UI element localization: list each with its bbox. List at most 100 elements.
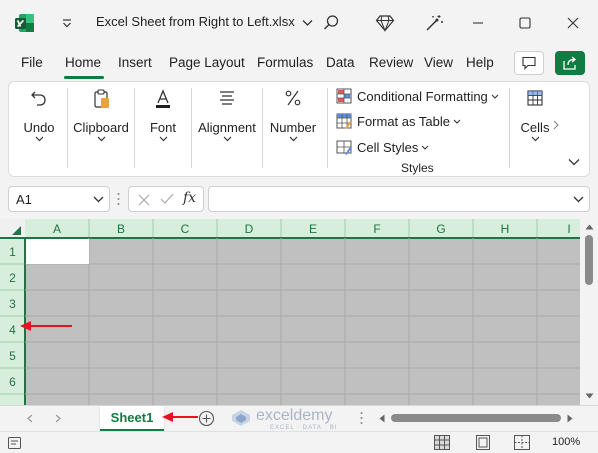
conditional-formatting-button[interactable]: Conditional Formatting bbox=[336, 86, 499, 106]
column-header-g[interactable]: G bbox=[436, 222, 445, 236]
sheet-tab-bar: Sheet1 exceldemy EXCEL · DATA · BI bbox=[0, 405, 598, 432]
cells-group[interactable]: Cells bbox=[514, 82, 556, 176]
select-all-button[interactable] bbox=[0, 219, 25, 238]
tab-file[interactable]: File bbox=[21, 55, 43, 70]
chevron-down-icon bbox=[93, 196, 104, 203]
active-cell-a1[interactable] bbox=[26, 239, 89, 264]
excel-logo-icon bbox=[14, 12, 36, 34]
chevron-down-icon bbox=[135, 136, 191, 142]
document-title[interactable]: Excel Sheet from Right to Left.xlsx bbox=[96, 14, 313, 29]
search-icon[interactable] bbox=[320, 12, 342, 34]
horizontal-scroll-thumb[interactable] bbox=[391, 414, 561, 422]
undo-label: Undo bbox=[23, 120, 55, 135]
chevron-down-icon bbox=[11, 136, 67, 142]
conditional-formatting-label: Conditional Formatting bbox=[357, 88, 488, 104]
exceldemy-logo-icon bbox=[231, 409, 251, 427]
document-title-text: Excel Sheet from Right to Left.xlsx bbox=[96, 14, 295, 29]
font-label: Font bbox=[149, 120, 176, 135]
cell-styles-button[interactable]: Cell Styles bbox=[336, 137, 429, 157]
tab-page-layout[interactable]: Page Layout bbox=[169, 55, 245, 70]
tab-formulas[interactable]: Formulas bbox=[257, 55, 313, 70]
column-header-c[interactable]: C bbox=[181, 222, 190, 236]
chevron-down-icon bbox=[421, 145, 429, 150]
ribbon-scroll-right-icon[interactable] bbox=[552, 120, 560, 130]
formula-input[interactable] bbox=[208, 186, 590, 212]
cells-icon bbox=[514, 88, 556, 108]
column-header-b[interactable]: B bbox=[117, 222, 125, 236]
column-header-d[interactable]: D bbox=[245, 222, 254, 236]
add-sheet-icon[interactable] bbox=[198, 410, 215, 427]
watermark-brand: exceldemy bbox=[256, 407, 333, 424]
normal-view-icon[interactable] bbox=[434, 435, 450, 450]
accessibility-icon[interactable] bbox=[8, 437, 21, 449]
scroll-down-icon[interactable] bbox=[585, 393, 594, 399]
insert-function-button[interactable]: fx bbox=[183, 190, 196, 206]
next-sheet-icon[interactable] bbox=[55, 414, 61, 423]
expand-formula-bar-icon[interactable] bbox=[573, 196, 584, 203]
clipboard-icon bbox=[68, 88, 134, 110]
row-header-4[interactable]: 4 bbox=[9, 323, 16, 337]
scroll-right-icon[interactable] bbox=[567, 414, 573, 423]
ribbon: Undo Clipboard Font Alignment Number Con… bbox=[8, 81, 590, 177]
diamond-icon[interactable] bbox=[374, 12, 396, 34]
cell-styles-label: Cell Styles bbox=[357, 139, 419, 155]
share-button[interactable] bbox=[555, 51, 585, 75]
comments-button[interactable] bbox=[514, 51, 544, 75]
column-header-e[interactable]: E bbox=[309, 222, 317, 236]
alignment-label: Alignment bbox=[198, 120, 256, 135]
vertical-scrollbar[interactable] bbox=[580, 219, 598, 405]
font-group[interactable]: Font bbox=[135, 82, 191, 176]
enter-check-icon[interactable] bbox=[160, 193, 174, 205]
tab-data[interactable]: Data bbox=[326, 55, 355, 70]
row-header-1[interactable]: 1 bbox=[9, 245, 16, 259]
row-header-6[interactable]: 6 bbox=[9, 375, 16, 389]
close-icon[interactable] bbox=[562, 12, 584, 34]
grid-canvas[interactable]: A B C D E F G H I 1 2 3 4 5 6 bbox=[0, 219, 580, 405]
maximize-icon[interactable] bbox=[514, 12, 536, 34]
designer-wand-icon[interactable] bbox=[423, 12, 445, 34]
cancel-icon[interactable] bbox=[138, 194, 150, 206]
tab-help[interactable]: Help bbox=[466, 55, 494, 70]
tab-review[interactable]: Review bbox=[369, 55, 413, 70]
row-header-2[interactable]: 2 bbox=[9, 271, 16, 285]
minimize-icon[interactable] bbox=[467, 12, 489, 34]
format-as-table-label: Format as Table bbox=[357, 113, 450, 129]
column-header-a[interactable]: A bbox=[53, 222, 61, 236]
clipboard-group[interactable]: Clipboard bbox=[68, 82, 134, 176]
splitter-grip-icon[interactable] bbox=[360, 411, 363, 425]
column-header-f[interactable]: F bbox=[373, 222, 380, 236]
clipboard-label: Clipboard bbox=[73, 120, 129, 135]
chevron-down-icon bbox=[68, 136, 134, 142]
name-box[interactable]: A1 bbox=[8, 186, 110, 212]
alignment-group[interactable]: Alignment bbox=[192, 82, 262, 176]
worksheet-grid[interactable]: A B C D E F G H I 1 2 3 4 5 6 bbox=[0, 219, 580, 405]
tab-home[interactable]: Home bbox=[65, 55, 101, 70]
formula-bar-grip-icon[interactable] bbox=[117, 192, 120, 206]
scroll-up-icon[interactable] bbox=[585, 224, 594, 230]
column-header-h[interactable]: H bbox=[501, 222, 510, 236]
tab-insert[interactable]: Insert bbox=[118, 55, 152, 70]
chevron-down-icon bbox=[263, 136, 323, 142]
vertical-scroll-thumb[interactable] bbox=[585, 235, 593, 285]
page-break-view-icon[interactable] bbox=[514, 435, 530, 450]
chevron-down-icon bbox=[302, 19, 313, 27]
row-header-3[interactable]: 3 bbox=[9, 297, 16, 311]
format-as-table-button[interactable]: Format as Table bbox=[336, 111, 461, 131]
collapse-ribbon-icon[interactable] bbox=[568, 158, 580, 166]
prev-sheet-icon[interactable] bbox=[27, 414, 33, 423]
formula-buttons: fx bbox=[128, 186, 204, 212]
row-header-5[interactable]: 5 bbox=[9, 349, 16, 363]
zoom-level[interactable]: 100% bbox=[552, 436, 580, 448]
undo-icon bbox=[11, 88, 67, 108]
column-header-i[interactable]: I bbox=[567, 222, 570, 236]
page-layout-view-icon[interactable] bbox=[475, 435, 491, 450]
number-group[interactable]: Number bbox=[263, 82, 323, 176]
undo-group[interactable]: Undo bbox=[11, 82, 67, 176]
scroll-left-icon[interactable] bbox=[379, 414, 385, 423]
customize-toolbar-icon[interactable] bbox=[58, 14, 76, 32]
tab-view[interactable]: View bbox=[424, 55, 453, 70]
sheet-tab-sheet1[interactable]: Sheet1 bbox=[100, 406, 164, 432]
align-icon bbox=[192, 88, 262, 108]
ribbon-tabs: File Home Insert Page Layout Formulas Da… bbox=[0, 46, 598, 80]
chevron-down-icon bbox=[491, 94, 499, 99]
